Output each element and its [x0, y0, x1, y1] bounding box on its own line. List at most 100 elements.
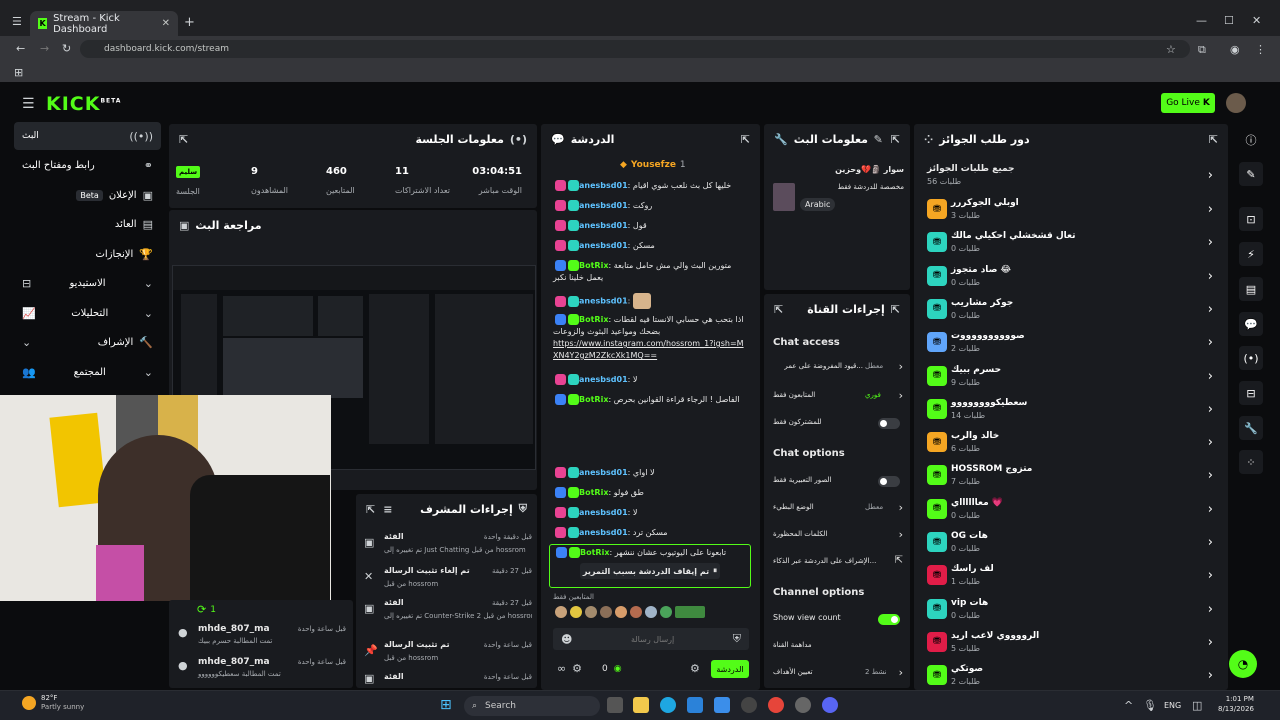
weather-widget[interactable]: 82°F Partly sunny [22, 694, 84, 712]
wrench-icon[interactable]: 🔧 [1239, 416, 1263, 440]
reward-queue-item[interactable]: ⛃ صووووووووووت 2 طلبات › [927, 329, 1217, 359]
sidebar-item-stream-key[interactable]: رابط ومفتاح البث ⚭ [14, 151, 161, 179]
sidebar-item-ads[interactable]: ▣ الإعلان Beta [14, 181, 161, 209]
pen-icon[interactable]: ✎ [1239, 162, 1263, 186]
emotes-only-toggle[interactable] [878, 476, 900, 487]
reward-queue-item[interactable]: ⛃ OG هات 0 طلبات › [927, 529, 1217, 559]
new-tab-button[interactable]: + [184, 15, 195, 30]
url-field[interactable]: dashboard.kick.com/stream [80, 40, 1190, 58]
lightning-icon[interactable]: ⚡ [1239, 242, 1263, 266]
mail-icon[interactable] [714, 697, 730, 713]
chat-paused-banner[interactable]: تم إيقاف الدردشة بسبب التمرير ⏸ [580, 563, 720, 579]
taskbar-search[interactable]: ⌕ Search [464, 696, 600, 716]
back-icon[interactable]: ← [16, 42, 25, 55]
shield-icon[interactable]: ⛨ [733, 632, 741, 646]
edit-icon[interactable]: ✎ [874, 133, 883, 146]
popout-icon[interactable]: ⇱ [891, 133, 900, 146]
chat-setting-slow-mode[interactable]: الوضع البطيء معطل › [773, 501, 903, 517]
clock[interactable]: 1:01 PM 8/13/2026 [1218, 694, 1254, 714]
filter-icon[interactable]: ≡ [383, 503, 392, 516]
hamburger-menu-icon[interactable]: ☰ [22, 96, 35, 112]
sidebar-item-analytics[interactable]: 📈 التحليلات ⌄ [14, 299, 161, 327]
channel-goals[interactable]: تعيين الأهداف نشط 2 › [773, 666, 903, 682]
sidebar-item-revenue[interactable]: ▤ العائد [14, 210, 161, 238]
settings-icon[interactable]: ⚙ [572, 662, 582, 675]
kick-logo[interactable]: KICKBETA [46, 93, 121, 115]
reward-queue-item[interactable]: ⛃ لف راسك 1 طلبات › [927, 562, 1217, 592]
tab-close-icon[interactable]: ✕ [162, 18, 170, 29]
sidebar-item-stream[interactable]: البث ((•)) [14, 122, 161, 150]
reward-queue-item[interactable]: ⛃ HOSSROM متزوج 7 طلبات › [927, 462, 1217, 492]
close-window-icon[interactable]: ✕ [1252, 14, 1261, 27]
windows-start-icon[interactable]: ⊞ [440, 697, 452, 713]
file-explorer-icon[interactable] [633, 697, 649, 713]
user-avatar[interactable] [1226, 93, 1246, 113]
reward-queue-item[interactable]: ⛃ حسرم ببيك 9 طلبات › [927, 363, 1217, 393]
subscribers-only-toggle[interactable] [878, 418, 900, 429]
edge-icon[interactable] [660, 697, 676, 713]
microphone-icon[interactable]: 🎙 [1143, 699, 1157, 712]
reward-queue-item[interactable]: ⛃ اوبلي الجوكررر 3 طلبات › [927, 196, 1217, 226]
app-icon[interactable] [741, 697, 757, 713]
minimize-icon[interactable]: — [1196, 14, 1207, 27]
forward-icon[interactable]: → [40, 42, 49, 55]
chat-setting-banned-words[interactable]: الكلمات المحظورة › [773, 528, 903, 544]
reward-queue-item[interactable]: ⛃ معااااااي 💗 0 طلبات › [927, 496, 1217, 526]
network-icon[interactable]: ◫ [1192, 699, 1202, 712]
browser-tab[interactable]: K Stream - Kick Dashboard ✕ [30, 11, 178, 36]
reward-queue-item[interactable]: ⛃ جوكر مشاريب 0 طلبات › [927, 296, 1217, 326]
language-indicator[interactable]: ENG [1164, 701, 1181, 710]
show-view-count-toggle[interactable] [878, 614, 900, 625]
chat-settings-icon[interactable]: ⚙ [690, 662, 700, 675]
obs-icon[interactable] [795, 697, 811, 713]
chat-bubble-icon[interactable]: 💬 [1239, 312, 1263, 336]
reward-queue-item[interactable]: ⛃ سعطيكوووووووو 14 طلبات › [927, 396, 1217, 426]
reload-icon[interactable]: ↻ [62, 42, 71, 55]
extensions-icon[interactable]: ⧉ [1198, 43, 1206, 57]
chat-setting-followers-only[interactable]: المتابعون فقط فوري › [773, 389, 903, 405]
maximize-icon[interactable]: ☐ [1224, 14, 1234, 27]
sidebar-item-achievements[interactable]: 🏆 الإنجازات [14, 240, 161, 268]
chat-setting-age-restriction[interactable]: قيود المفروضة على عمر... معطل › [773, 360, 903, 376]
broadcast-icon[interactable]: (•) [1239, 346, 1263, 370]
popout-icon[interactable]: ⇱ [366, 503, 375, 516]
apps-grid-icon[interactable]: ⊞ [14, 66, 23, 79]
send-chat-button[interactable]: الدردشة [711, 660, 749, 678]
reward-queue-all[interactable]: جميع طلبات الجوائز 56 طلبات › [927, 162, 1217, 192]
bookmark-star-icon[interactable]: ☆ [1166, 43, 1176, 56]
reward-queue-item[interactable]: ⛃ الرووووي لاعب اريد 5 طلبات › [927, 629, 1217, 659]
tab-search-icon[interactable]: ☰ [12, 15, 22, 28]
reward-queue-item[interactable]: ⛃ صوتكي 2 طلبات › [927, 662, 1217, 692]
reward-queue-item[interactable]: ⛃ خالد والرب 6 طلبات › [927, 429, 1217, 459]
channel-raid[interactable]: مداهمة القناة [773, 639, 903, 655]
reward-queue-item[interactable]: ⛃ صاد متجوز 😂 0 طلبات › [927, 263, 1217, 293]
chat-setting-ai-moderation[interactable]: الإشراف على الدردشة عبر الذكاء... ⇱ [773, 555, 903, 571]
popout-icon[interactable]: ⇱ [179, 133, 188, 146]
popout-icon[interactable]: ⇱ [774, 303, 783, 316]
info-icon[interactable]: ⓘ [1239, 128, 1263, 152]
reward-queue-item[interactable]: ⛃ vip هات 0 طلبات › [927, 596, 1217, 626]
popout-icon[interactable]: ⇱ [1209, 133, 1218, 146]
tray-chevron-icon[interactable]: ^ [1124, 699, 1133, 712]
sidebar-item-studio[interactable]: ⊟ الاستيديو ⌄ [14, 269, 161, 297]
link-icon[interactable]: ∞ [557, 662, 566, 675]
emoji-icon[interactable]: ☻ [561, 633, 572, 646]
layout-icon[interactable]: ⊟ [1239, 381, 1263, 405]
profile-icon[interactable]: ◉ [1230, 43, 1240, 56]
sidebar-item-moderation[interactable]: 🔨 الإشراف ⌄ [14, 328, 161, 356]
chat-input[interactable]: ☻ إرسال رسالة ⛨ [553, 628, 749, 650]
reward-queue-item[interactable]: ⛃ تعال قشخشلي احكيلي مالك 0 طلبات › [927, 229, 1217, 259]
go-live-button[interactable]: Go Live K [1161, 93, 1215, 113]
rewards-icon[interactable]: ⁘ [1239, 450, 1263, 474]
sidebar-item-community[interactable]: 👥 المجتمع ⌄ [14, 358, 161, 386]
scan-icon[interactable]: ⊡ [1239, 207, 1263, 231]
discord-icon[interactable] [822, 697, 838, 713]
document-icon[interactable]: ▤ [1239, 277, 1263, 301]
chrome-icon[interactable] [768, 697, 784, 713]
popout-icon[interactable]: ⇱ [741, 133, 750, 146]
chat-link[interactable]: https://www.instagram.com/hossrom_1?igsh… [553, 339, 744, 360]
browser-menu-icon[interactable]: ⋮ [1255, 43, 1266, 56]
store-icon[interactable] [687, 697, 703, 713]
task-view-icon[interactable] [607, 697, 623, 713]
support-chat-icon[interactable]: ◔ [1229, 650, 1257, 678]
